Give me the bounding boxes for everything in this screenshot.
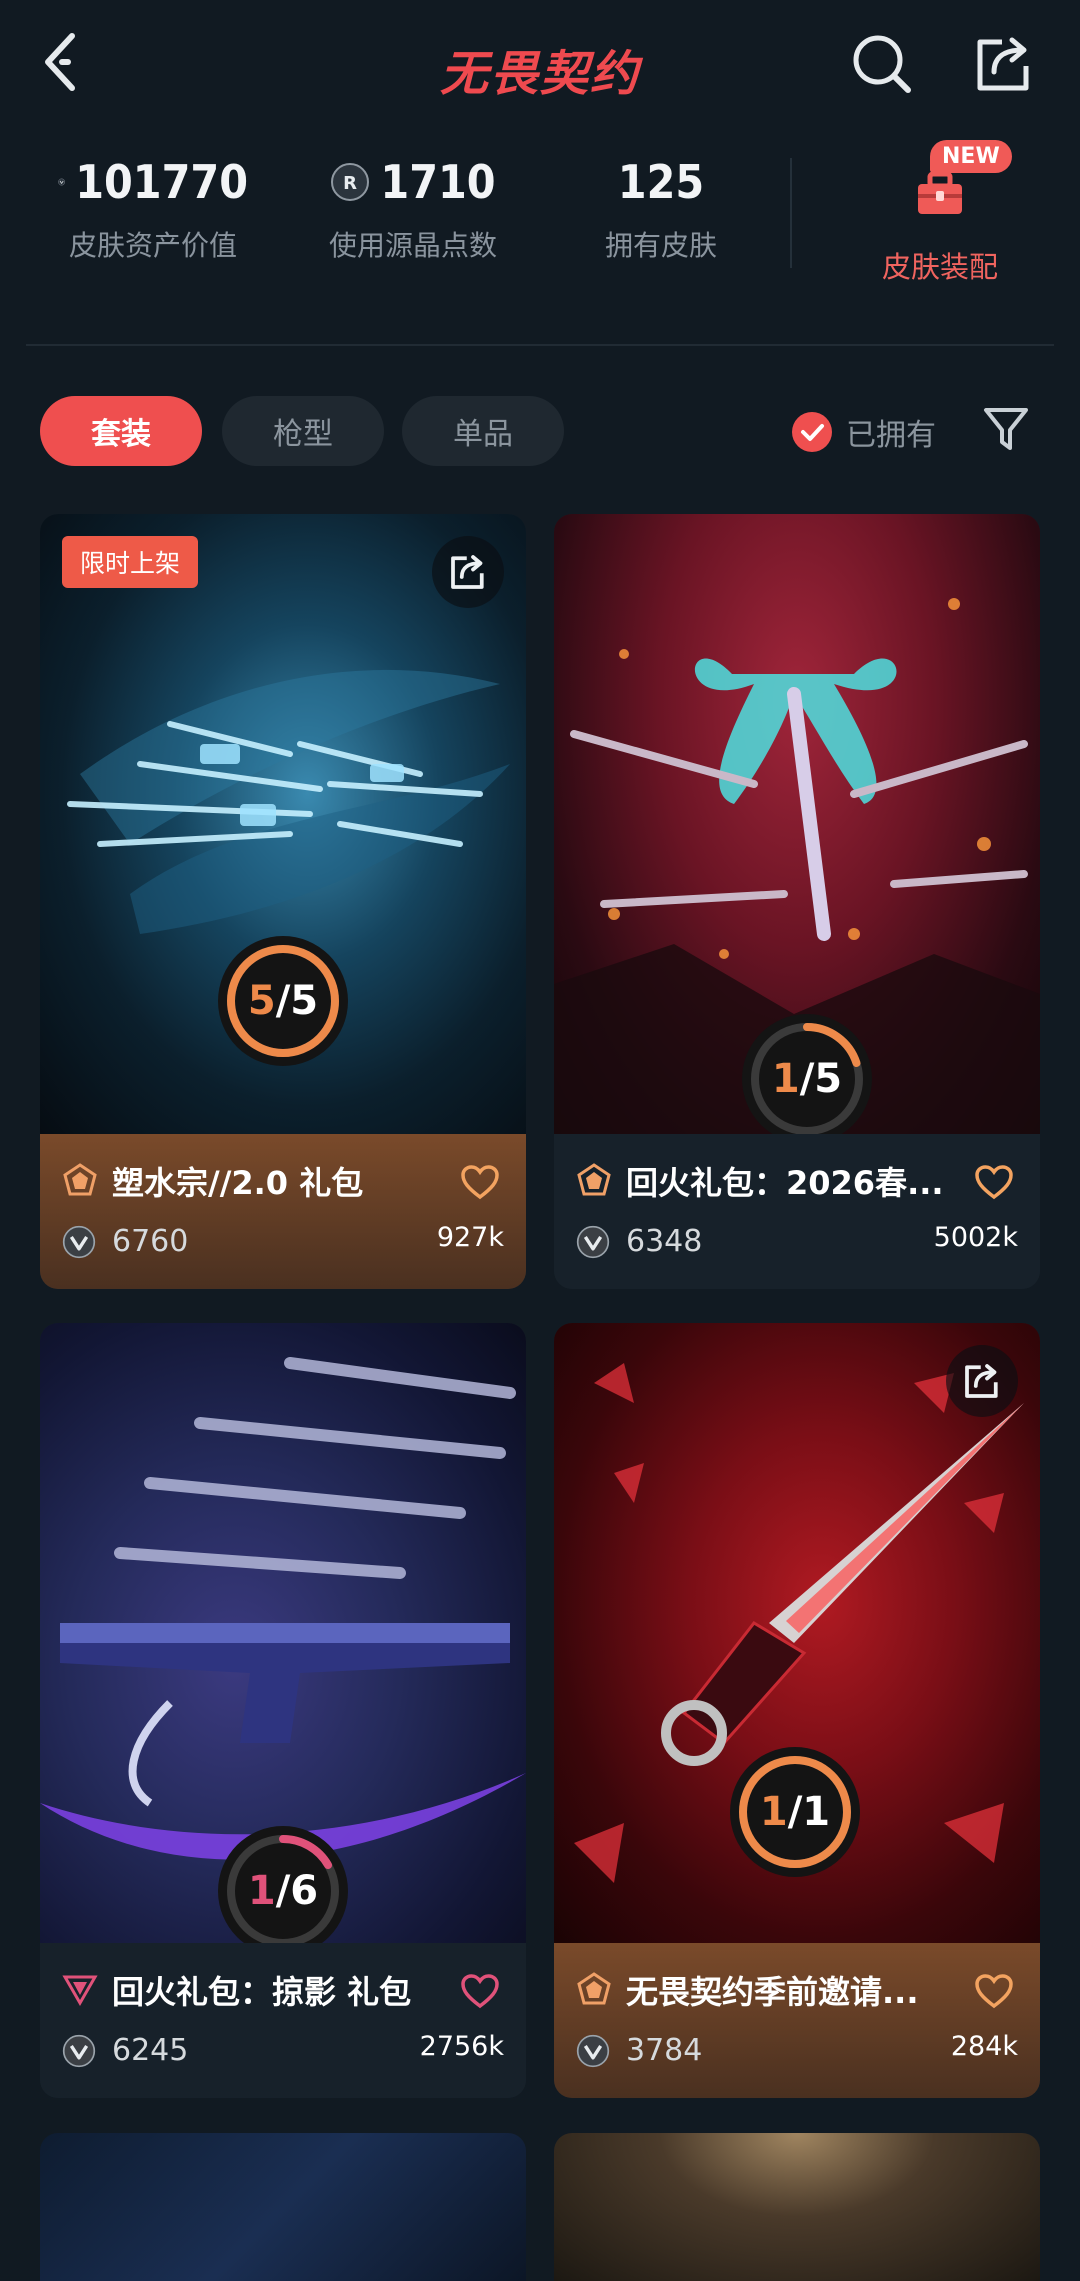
vp-coin-icon	[62, 2034, 96, 2067]
bundle-card[interactable]: 1/6 回火礼包：掠影 礼包 6245 2756k	[40, 1323, 526, 2098]
vp-coin-icon	[62, 1225, 96, 1258]
tier-orange-pentagon-icon	[577, 1163, 611, 1196]
owned-toggle[interactable]: 已拥有	[792, 410, 936, 454]
radianite-value: 1710	[380, 155, 496, 209]
bundle-name: 回火礼包：2026春...	[626, 1164, 944, 1202]
tier-orange-pentagon-icon	[577, 1972, 611, 2005]
progress-owned: 1	[247, 1868, 276, 1914]
section-divider	[26, 344, 1054, 346]
bundle-card[interactable]: 1/5 回火礼包：2026春... 6348 5002k	[554, 514, 1040, 1289]
like-count: 2756k	[419, 2031, 504, 2062]
card-footer: 回火礼包：掠影 礼包 6245 2756k	[40, 1943, 526, 2098]
tier-orange-pentagon-icon	[63, 1163, 97, 1196]
like-count: 5002k	[933, 1222, 1018, 1253]
bundle-name: 回火礼包：掠影 礼包	[112, 1973, 412, 2011]
heart-icon[interactable]	[460, 1973, 500, 2009]
share-icon	[965, 1364, 998, 1398]
card-footer: 回火礼包：2026春... 6348 5002k	[554, 1134, 1040, 1289]
heart-icon[interactable]	[974, 1973, 1014, 2009]
bundle-card[interactable]: 限时上架 5/5 塑水宗//2.0 礼包 6760 927k	[40, 514, 526, 1289]
vp-coin-icon	[576, 2034, 610, 2067]
progress-total: 5	[290, 978, 319, 1024]
share-button[interactable]	[972, 32, 1036, 96]
owned-skins-value: 125	[617, 155, 705, 209]
search-button[interactable]	[850, 32, 914, 96]
filter-icon	[984, 408, 1028, 450]
like-count: 927k	[436, 1222, 504, 1253]
stat-asset-value: 101770 皮肤资产价值	[58, 152, 248, 264]
bundle-name: 无畏契约季前邀请...	[626, 1973, 919, 2011]
card-footer: 塑水宗//2.0 礼包 6760 927k	[40, 1134, 526, 1289]
bundle-image: 限时上架 5/5	[40, 514, 526, 1134]
collection-progress: 1/5	[742, 1014, 872, 1134]
app-title: 无畏契约	[439, 46, 640, 102]
card-share-button[interactable]	[432, 536, 504, 608]
bundle-image: 1/1	[554, 1323, 1040, 1943]
skin-equip-button[interactable]: 皮肤装配	[840, 140, 1040, 286]
bundle-price: 3784	[626, 2033, 703, 2068]
bundle-image: 1/5	[554, 514, 1040, 1134]
asset-value-label: 皮肤资产价值	[68, 229, 237, 262]
collection-progress: 1/1	[730, 1747, 860, 1877]
asset-value: 101770	[75, 155, 248, 209]
bundle-card[interactable]: 1/1 无畏契约季前邀请... 3784 284k	[554, 1323, 1040, 2098]
radianite-label: 使用源晶点数	[328, 229, 497, 262]
card-share-button[interactable]	[946, 1345, 1018, 1417]
like-count: 284k	[950, 2031, 1018, 2062]
radianite-icon: R	[331, 163, 370, 201]
tab-single-item[interactable]: 单品	[402, 396, 564, 466]
bundle-image: 1/6	[40, 1323, 526, 1943]
progress-total: 5	[814, 1056, 843, 1102]
vp-coin-icon	[58, 178, 66, 186]
stat-radianite: R 1710 使用源晶点数	[318, 152, 508, 264]
tier-pink-triangle-icon	[62, 1975, 98, 2007]
checkbox-checked-icon	[792, 412, 832, 452]
bundle-name: 塑水宗//2.0 礼包	[112, 1164, 364, 1202]
heart-icon[interactable]	[974, 1164, 1014, 1200]
vp-coin-icon	[576, 1225, 610, 1258]
owned-label: 已拥有	[846, 418, 936, 453]
bundle-card-partial[interactable]	[40, 2133, 526, 2281]
bundle-card-partial[interactable]	[554, 2133, 1040, 2281]
tab-weapon-type[interactable]: 枪型	[222, 396, 384, 466]
progress-owned: 5	[247, 978, 276, 1024]
stats-divider	[790, 158, 792, 268]
stat-owned-skins: 125 拥有皮肤	[566, 152, 756, 264]
bundle-price: 6348	[626, 1224, 703, 1259]
progress-owned: 1	[771, 1056, 800, 1102]
owned-skins-label: 拥有皮肤	[604, 229, 717, 262]
progress-owned: 1	[759, 1789, 788, 1835]
search-icon	[853, 35, 911, 93]
skin-equip-label: 皮肤装配	[881, 250, 998, 284]
card-footer: 无畏契约季前邀请... 3784 284k	[554, 1943, 1040, 2098]
limited-time-tag: 限时上架	[62, 536, 199, 588]
stats-panel: 101770 皮肤资产价值 R 1710 使用源晶点数 125 拥有皮肤 NEW	[0, 140, 1080, 340]
progress-total: 1	[802, 1789, 831, 1835]
collection-progress: 1/6	[218, 1826, 348, 1943]
share-icon	[977, 37, 1029, 91]
tab-bundle[interactable]: 套装	[40, 396, 202, 466]
progress-total: 6	[290, 1868, 319, 1914]
bundle-price: 6245	[112, 2033, 189, 2068]
top-bar: 无畏契约	[0, 0, 1080, 130]
toolbox-icon	[918, 171, 962, 214]
heart-icon[interactable]	[460, 1164, 500, 1200]
filter-bar: 套装 枪型 单品 已拥有	[0, 396, 1080, 466]
share-icon	[451, 555, 484, 589]
collection-progress: 5/5	[218, 936, 348, 1066]
svg-text:R: R	[343, 173, 357, 194]
bundle-price: 6760	[112, 1224, 189, 1259]
filter-button[interactable]	[982, 404, 1030, 454]
